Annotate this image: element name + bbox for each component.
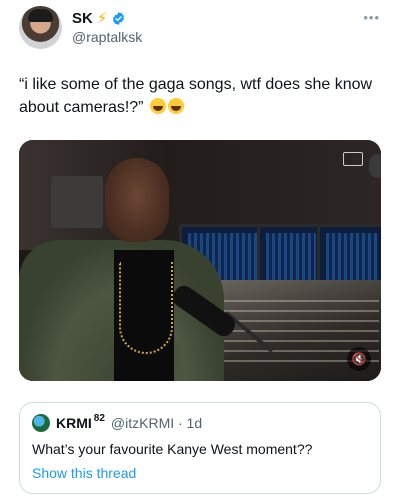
tweet-body: “i like some of the gaga songs, wtf does… <box>19 76 373 116</box>
more-options-icon[interactable]: ••• <box>363 10 380 25</box>
quoted-tweet-card[interactable]: KRMI 82 @itzKRMI · 1d What’s your favour… <box>19 402 381 494</box>
tweet-video[interactable]: 🔇 <box>19 140 381 381</box>
quoted-author-handle-time[interactable]: @itzKRMI · 1d <box>111 415 202 431</box>
show-thread-link[interactable]: Show this thread <box>32 465 136 481</box>
person-head <box>105 158 169 242</box>
lightning-bolt-icon: ⚡ <box>96 10 108 27</box>
quoted-tweet-header: KRMI 82 @itzKRMI · 1d <box>32 412 202 432</box>
author-name-row: SK ⚡ <box>72 10 126 27</box>
profile-avatar[interactable] <box>19 6 62 49</box>
tweet-text: “i like some of the gaga songs, wtf does… <box>19 74 381 119</box>
person-chain <box>119 262 173 354</box>
quoted-tweet-text: What’s your favourite Kanye West moment?… <box>32 441 313 457</box>
author-handle[interactable]: @raptalksk <box>72 29 142 45</box>
video-badge-icon <box>343 152 363 166</box>
equipment-rack <box>51 176 103 228</box>
verified-badge-icon <box>113 11 125 26</box>
author-display-name[interactable]: SK <box>72 10 93 27</box>
speaker-muted-icon[interactable]: 🔇 <box>347 347 371 371</box>
tears-of-joy-emoji <box>149 98 166 114</box>
quoted-author-avatar <box>32 414 50 432</box>
quoted-author-name[interactable]: KRMI <box>56 415 92 431</box>
avatar-cap <box>28 9 53 22</box>
media-edge-chip <box>369 154 381 178</box>
tears-of-joy-emoji <box>167 98 184 114</box>
quoted-author-superscript: 82 <box>93 412 105 424</box>
